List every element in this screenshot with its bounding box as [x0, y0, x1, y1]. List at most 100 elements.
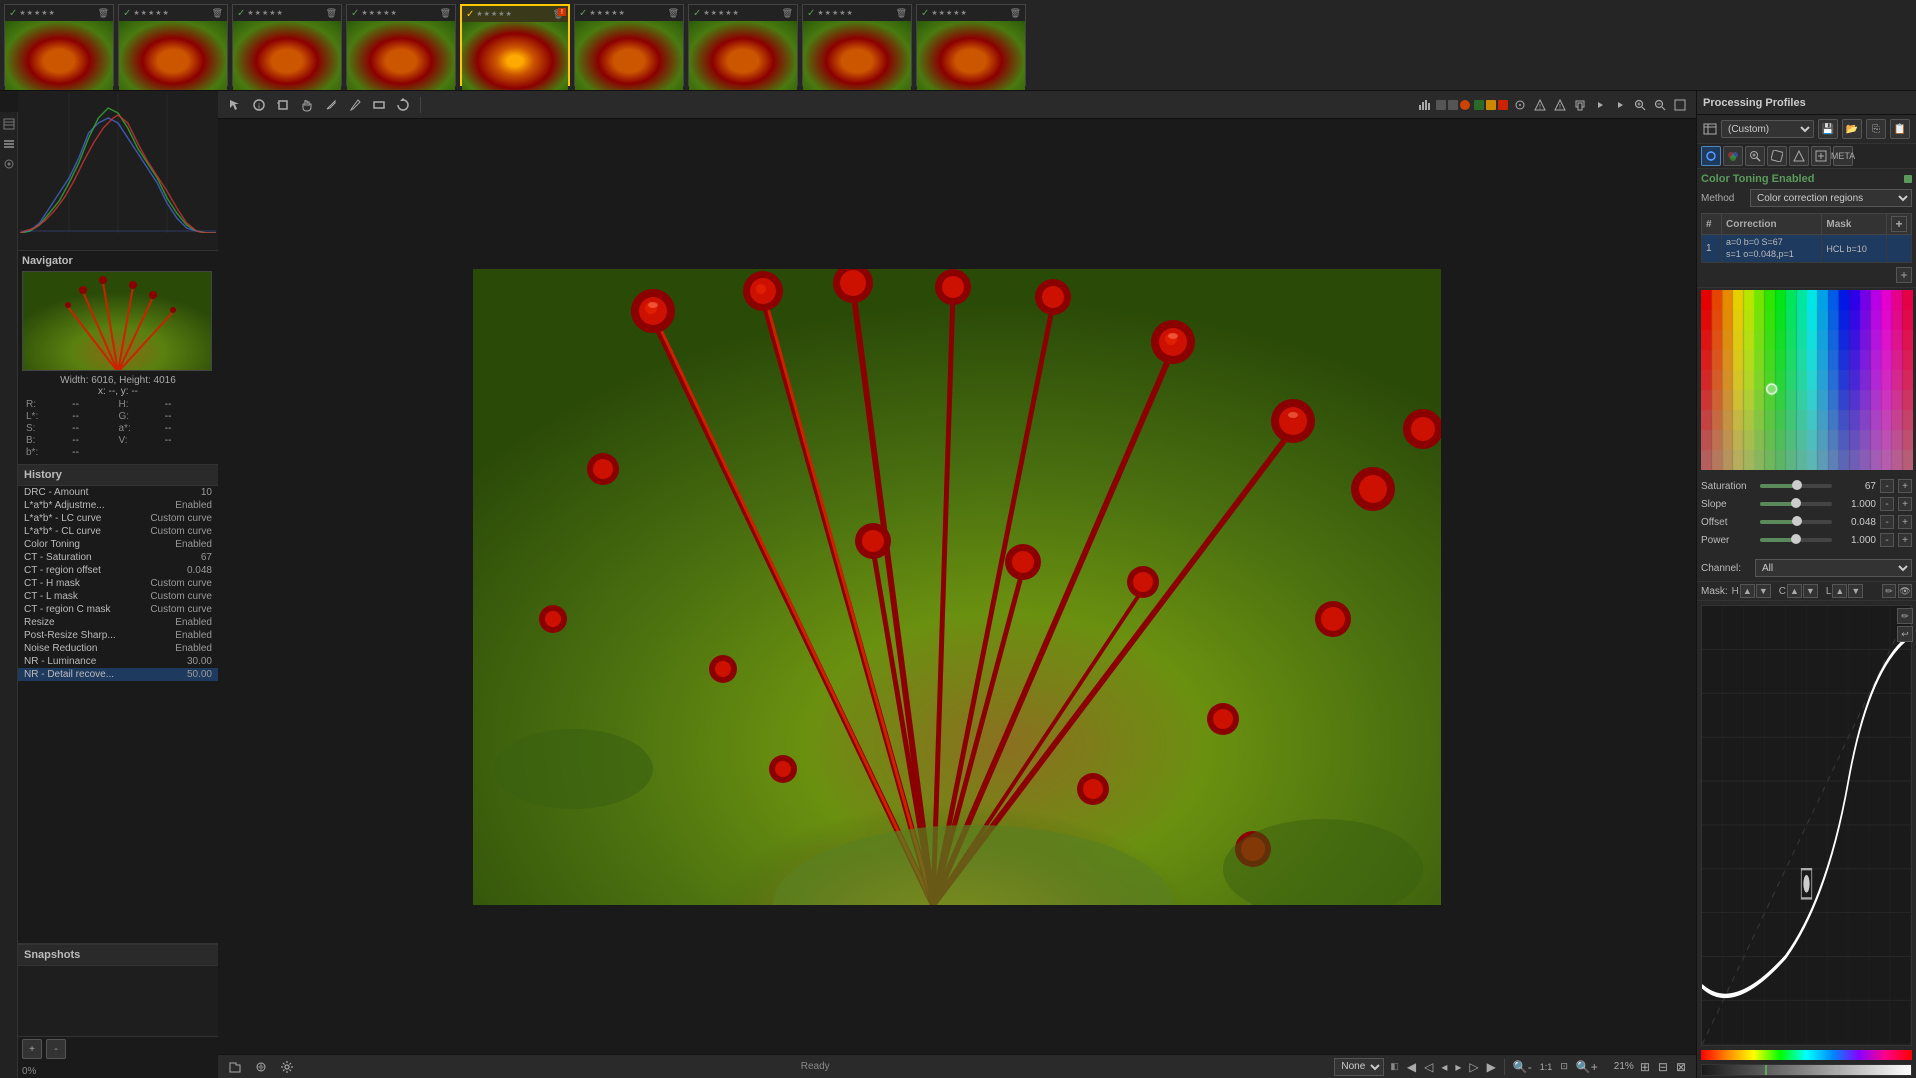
preview-btn-3[interactable] — [1460, 100, 1470, 110]
next-img-btn[interactable]: ▷ — [1467, 1058, 1480, 1076]
correction-row-1[interactable]: 1 a=0 b=0 S=67s=1 o=0.048,p=1 HCL b=10 — [1702, 235, 1912, 263]
gamut-btn[interactable]: ◧ — [1388, 1059, 1401, 1074]
film-thumb-1[interactable]: ✓ ★★★★★ 🗑 — [4, 4, 114, 86]
film-thumb-9[interactable]: ✓ ★★★★★ 🗑 — [916, 4, 1026, 86]
fullscreen-btn[interactable] — [1672, 97, 1688, 113]
history-item-5[interactable]: CT - Saturation67 — [18, 551, 218, 564]
saturation-slider[interactable] — [1760, 484, 1832, 488]
curve-pencil-btn[interactable]: ✏ — [1897, 608, 1913, 624]
fullscreen-status[interactable]: ⊞ — [1638, 1058, 1652, 1076]
add-correction-btn[interactable]: + — [1891, 216, 1907, 232]
history-item-1[interactable]: L*a*b* Adjustme...Enabled — [18, 499, 218, 512]
film-thumb-7[interactable]: ✓ ★★★★★ 🗑 — [688, 4, 798, 86]
slope-minus[interactable]: - — [1880, 497, 1894, 511]
nav-back-btn[interactable] — [1592, 97, 1608, 113]
crop-tool-button[interactable] — [274, 96, 292, 114]
offset-minus[interactable]: - — [1880, 515, 1894, 529]
history-item-10[interactable]: ResizeEnabled — [18, 616, 218, 629]
filebrowser-tab[interactable] — [1, 116, 17, 132]
settings-button[interactable] — [278, 1058, 296, 1076]
mask-h-up[interactable]: ▲ — [1740, 584, 1755, 598]
history-item-9[interactable]: CT - region C maskCustom curve — [18, 603, 218, 616]
nav-prev-btn[interactable]: ◂ — [1439, 1058, 1449, 1076]
editor-tab[interactable] — [1, 156, 17, 172]
offset-plus[interactable]: + — [1898, 515, 1912, 529]
metadata-tool-btn[interactable]: META — [1833, 146, 1853, 166]
mask-c-up[interactable]: ▲ — [1787, 584, 1802, 598]
local-tool-btn[interactable] — [1789, 146, 1809, 166]
curve-arrow-btn[interactable]: ↩ — [1897, 626, 1913, 642]
mask-view-btn[interactable]: 👁 — [1898, 584, 1912, 598]
nav-next-btn[interactable]: ▸ — [1453, 1058, 1463, 1076]
film-thumb-3[interactable]: ✓ ★★★★★ 🗑 — [232, 4, 342, 86]
method-dropdown[interactable]: Color correction regions Lab blending Hu… — [1750, 189, 1912, 207]
history-item-8[interactable]: CT - L maskCustom curve — [18, 590, 218, 603]
mask-l-down[interactable]: ▼ — [1848, 584, 1863, 598]
zoom-11[interactable]: 1:1 — [1538, 1060, 1555, 1074]
film-thumb-5[interactable]: ✓ ★★★★★ ! 🗑 — [460, 4, 570, 86]
raw-tool-btn[interactable] — [1811, 146, 1831, 166]
film-thumb-8[interactable]: ✓ ★★★★★ 🗑 — [802, 4, 912, 86]
output-profile-dropdown[interactable]: None — [1334, 1058, 1384, 1076]
history-item-6[interactable]: CT - region offset0.048 — [18, 564, 218, 577]
detail-tool-btn[interactable] — [1745, 146, 1765, 166]
color-picker-button[interactable] — [252, 1058, 270, 1076]
history-item-12[interactable]: Noise ReductionEnabled — [18, 642, 218, 655]
maximize2-status[interactable]: ⊠ — [1674, 1058, 1688, 1076]
history-item-14[interactable]: NR - Detail recove...50.00 — [18, 668, 218, 681]
hand-tool-button[interactable] — [298, 96, 316, 114]
open-file-button[interactable] — [226, 1058, 244, 1076]
slope-plus[interactable]: + — [1898, 497, 1912, 511]
saturation-minus[interactable]: - — [1880, 479, 1894, 493]
history-item-2[interactable]: L*a*b* - LC curveCustom curve — [18, 512, 218, 525]
offset-slider[interactable] — [1760, 520, 1832, 524]
mask-c-down[interactable]: ▼ — [1803, 584, 1818, 598]
history-item-3[interactable]: L*a*b* - CL curveCustom curve — [18, 525, 218, 538]
color-grid[interactable] — [1701, 290, 1913, 470]
color-btn-2[interactable] — [1486, 100, 1496, 110]
add-snapshot-button[interactable]: + — [22, 1039, 42, 1059]
mask-edit-btn[interactable]: ✏ — [1882, 584, 1896, 598]
export-btn[interactable] — [1572, 97, 1588, 113]
preview-btn-2[interactable] — [1448, 100, 1458, 110]
arrow-tool-button[interactable] — [226, 96, 244, 114]
focus-preview-btn[interactable] — [1512, 97, 1528, 113]
queue-tab[interactable] — [1, 136, 17, 152]
prev-img-btn2[interactable]: ◁ — [1422, 1058, 1435, 1076]
channel-dropdown[interactable]: All R G B — [1755, 559, 1912, 577]
color-btn-3[interactable] — [1498, 100, 1508, 110]
zoom-out-btn[interactable] — [1652, 97, 1668, 113]
saturation-plus[interactable]: + — [1898, 479, 1912, 493]
profile-dropdown[interactable]: (Custom) — [1721, 120, 1814, 138]
mask-h-down[interactable]: ▼ — [1756, 584, 1771, 598]
col-add[interactable]: + — [1887, 214, 1912, 235]
histogram-toggle[interactable] — [1416, 97, 1432, 113]
zoom-in-status[interactable]: 🔍+ — [1574, 1058, 1600, 1076]
history-item-13[interactable]: NR - Luminance30.00 — [18, 655, 218, 668]
color-tool-btn[interactable] — [1723, 146, 1743, 166]
history-item-0[interactable]: DRC - Amount10 — [18, 486, 218, 499]
transform-tool-btn[interactable] — [1767, 146, 1787, 166]
rotate-tool-button[interactable] — [394, 96, 412, 114]
remove-snapshot-button[interactable]: - — [46, 1039, 66, 1059]
rect-tool-button[interactable] — [370, 96, 388, 114]
paste-profile-btn[interactable]: 📋 — [1890, 119, 1910, 139]
next-img-btn2[interactable]: ▶ — [1485, 1058, 1498, 1076]
copy-profile-btn[interactable]: ⎘ — [1866, 119, 1886, 139]
zoom-out-status[interactable]: 🔍- — [1511, 1058, 1534, 1076]
zoom-in-btn[interactable] — [1632, 97, 1648, 113]
nav-fwd-btn[interactable] — [1612, 97, 1628, 113]
history-item-7[interactable]: CT - H maskCustom curve — [18, 577, 218, 590]
add-row-btn[interactable]: + — [1896, 267, 1912, 283]
power-slider[interactable] — [1760, 538, 1832, 542]
preview-btn-1[interactable] — [1436, 100, 1446, 110]
film-thumb-2[interactable]: ✓ ★★★★★ 🗑 — [118, 4, 228, 86]
pen-tool-button[interactable] — [322, 96, 340, 114]
power-plus[interactable]: + — [1898, 533, 1912, 547]
film-thumb-4[interactable]: ✓ ★★★★★ 🗑 — [346, 4, 456, 86]
slope-slider[interactable] — [1760, 502, 1832, 506]
pencil-tool-button[interactable] — [346, 96, 364, 114]
maximize-status[interactable]: ⊟ — [1656, 1058, 1670, 1076]
film-thumb-6[interactable]: ✓ ★★★★★ 🗑 — [574, 4, 684, 86]
mask-l-up[interactable]: ▲ — [1832, 584, 1847, 598]
